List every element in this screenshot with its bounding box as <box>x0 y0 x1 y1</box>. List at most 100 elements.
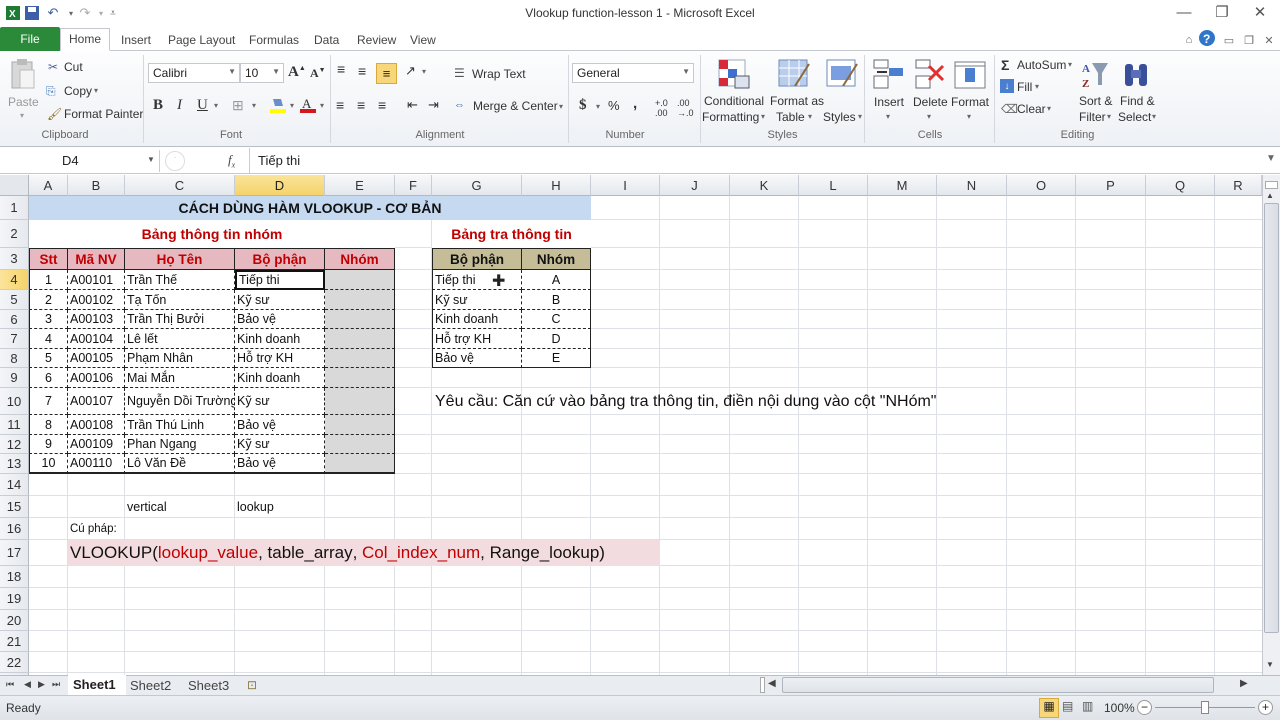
horizontal-scroll-thumb[interactable] <box>782 677 1214 693</box>
format-as-table-label-2[interactable]: Table <box>776 110 805 124</box>
vertical-scroll-thumb[interactable] <box>1264 203 1279 633</box>
main-table-cell[interactable]: A00102 <box>68 290 125 310</box>
main-table-cell[interactable] <box>325 329 395 349</box>
underline-dropdown-icon[interactable]: ▾ <box>214 101 218 110</box>
main-table-cell[interactable]: Trần Thú Linh <box>125 415 235 435</box>
last-sheet-icon[interactable]: ⏭ <box>52 679 60 690</box>
lookup-table-cell[interactable]: Kinh doanh <box>432 310 522 329</box>
zoom-out-button[interactable]: − <box>1137 700 1152 715</box>
lookup-table-cell[interactable]: D <box>522 329 591 349</box>
row-header-6[interactable]: 6 <box>0 310 29 329</box>
scroll-right-icon[interactable]: ▶ <box>1240 678 1248 689</box>
lookup-label[interactable]: lookup <box>235 496 325 518</box>
align-bottom-icon[interactable]: ≡ <box>376 63 397 84</box>
sort-filter-icon[interactable]: AZ <box>1080 59 1110 91</box>
row-header-13[interactable]: 13 <box>0 454 29 474</box>
main-table-cell[interactable]: Bảo vệ <box>235 310 325 329</box>
syntax-formula[interactable]: VLOOKUP(lookup_value, table_array, Col_i… <box>68 540 660 566</box>
help-icon[interactable]: ? <box>1198 29 1216 47</box>
main-table-cell[interactable]: 10 <box>29 454 68 474</box>
main-table-caption[interactable]: Bảng thông tin nhóm <box>29 220 395 248</box>
merge-dropdown-icon[interactable]: ▾ <box>559 102 563 111</box>
row-header-10[interactable]: 10 <box>0 388 29 415</box>
comma-button[interactable]: , <box>633 95 637 112</box>
row-header-9[interactable]: 9 <box>0 368 29 388</box>
find-select-icon[interactable] <box>1120 59 1152 91</box>
sort-dropdown-icon[interactable]: ▾ <box>1107 112 1111 121</box>
shrink-font-icon[interactable]: A▼ <box>310 66 326 81</box>
column-header-j[interactable]: J <box>660 175 730 196</box>
row-header-5[interactable]: 5 <box>0 290 29 310</box>
wrap-text-button[interactable]: Wrap Text <box>472 67 526 81</box>
sheet-title[interactable]: CÁCH DÙNG HÀM VLOOKUP - CƠ BẢN <box>29 196 591 220</box>
split-box[interactable] <box>1265 181 1278 189</box>
vertical-scrollbar[interactable]: ▲ ▼ <box>1262 175 1280 675</box>
row-header-21[interactable]: 21 <box>0 631 29 652</box>
main-table-cell[interactable]: Trần Thế <box>125 270 235 290</box>
main-table-cell[interactable]: 8 <box>29 415 68 435</box>
decrease-decimal-icon[interactable]: .00 →.0 <box>677 98 694 118</box>
font-color-icon[interactable]: A <box>298 95 318 115</box>
main-table-cell[interactable] <box>325 270 395 290</box>
sheet-tab-sheet2[interactable]: Sheet2 <box>130 678 171 693</box>
row-header-12[interactable]: 12 <box>0 435 29 454</box>
zoom-in-button[interactable]: + <box>1258 700 1273 715</box>
column-header-d[interactable]: D <box>235 175 325 196</box>
main-table-cell[interactable]: Phạm Nhân <box>125 349 235 368</box>
formula-input[interactable]: Tiếp thi <box>249 148 1262 173</box>
lookup-table-cell[interactable]: B <box>522 290 591 310</box>
format-cells-icon[interactable] <box>952 57 988 91</box>
vertical-label[interactable]: vertical <box>125 496 235 518</box>
main-table-cell[interactable]: Tạ Tốn <box>125 290 235 310</box>
main-table-cell[interactable] <box>325 310 395 329</box>
column-header-b[interactable]: B <box>68 175 125 196</box>
clear-button[interactable]: Clear <box>1017 102 1046 116</box>
fill-color-dropdown-icon[interactable]: ▾ <box>290 101 294 110</box>
row-header-3[interactable]: 3 <box>0 248 29 270</box>
autosum-dropdown-icon[interactable]: ▾ <box>1068 60 1072 69</box>
next-sheet-icon[interactable]: ▶ <box>38 679 45 690</box>
merge-center-button[interactable]: Merge & Center <box>473 99 558 113</box>
currency-button[interactable]: $ <box>579 97 587 114</box>
borders-icon[interactable]: ⊞ <box>232 97 244 114</box>
main-table-cell[interactable]: 6 <box>29 368 68 388</box>
tab-split-handle[interactable] <box>760 677 765 693</box>
expand-formula-bar-icon[interactable]: ▼ <box>1266 153 1276 164</box>
conditional-formatting-label-1[interactable]: Conditional <box>704 94 764 108</box>
find-select-label-2[interactable]: Select <box>1118 110 1151 124</box>
main-table-cell[interactable]: Trần Thị Bưởi <box>125 310 235 329</box>
find-dropdown-icon[interactable]: ▾ <box>1152 112 1156 121</box>
tab-page-layout[interactable]: Page Layout <box>160 30 243 51</box>
main-table-header-2[interactable]: Mã NV <box>68 248 125 270</box>
row-header-17[interactable]: 17 <box>0 540 29 566</box>
fill-dropdown-icon[interactable]: ▾ <box>1035 82 1039 91</box>
decrease-indent-icon[interactable]: ⇤ <box>407 97 418 113</box>
format-as-table-label-1[interactable]: Format as <box>770 94 824 108</box>
align-right-icon[interactable]: ≡ <box>378 97 386 113</box>
delete-dropdown-icon[interactable]: ▾ <box>927 112 931 121</box>
main-table-cell[interactable] <box>325 454 395 474</box>
format-cells-button[interactable]: Format <box>951 95 989 109</box>
row-header-14[interactable]: 14 <box>0 474 29 496</box>
row-header-19[interactable]: 19 <box>0 588 29 610</box>
main-table-cell[interactable] <box>325 388 395 415</box>
tab-home[interactable]: Home <box>60 28 111 51</box>
main-table-cell[interactable]: Kinh doanh <box>235 329 325 349</box>
insert-sheet-icon[interactable]: ⊡ <box>247 678 257 692</box>
main-table-cell[interactable]: A00110 <box>68 454 125 474</box>
main-table-cell[interactable]: Bảo vệ <box>235 454 325 474</box>
copy-dropdown-icon[interactable]: ▾ <box>94 86 98 95</box>
page-layout-view-icon[interactable]: ▤ <box>1062 699 1073 713</box>
underline-button[interactable]: U <box>197 97 208 114</box>
tab-insert[interactable]: Insert <box>113 30 159 51</box>
delete-cells-button[interactable]: Delete <box>913 95 948 109</box>
workbook-minimize-icon[interactable]: ▭ <box>1220 31 1238 49</box>
sheet-tab-sheet3[interactable]: Sheet3 <box>188 678 229 693</box>
minimize-ribbon-icon[interactable]: ⌂ <box>1180 31 1198 49</box>
main-table-cell[interactable]: 4 <box>29 329 68 349</box>
column-header-r[interactable]: R <box>1215 175 1262 196</box>
main-table-cell[interactable]: A00105 <box>68 349 125 368</box>
number-format-select[interactable]: General ▼ <box>572 63 694 83</box>
row-header-7[interactable]: 7 <box>0 329 29 349</box>
main-table-cell[interactable]: Hỗ trợ KH <box>235 349 325 368</box>
